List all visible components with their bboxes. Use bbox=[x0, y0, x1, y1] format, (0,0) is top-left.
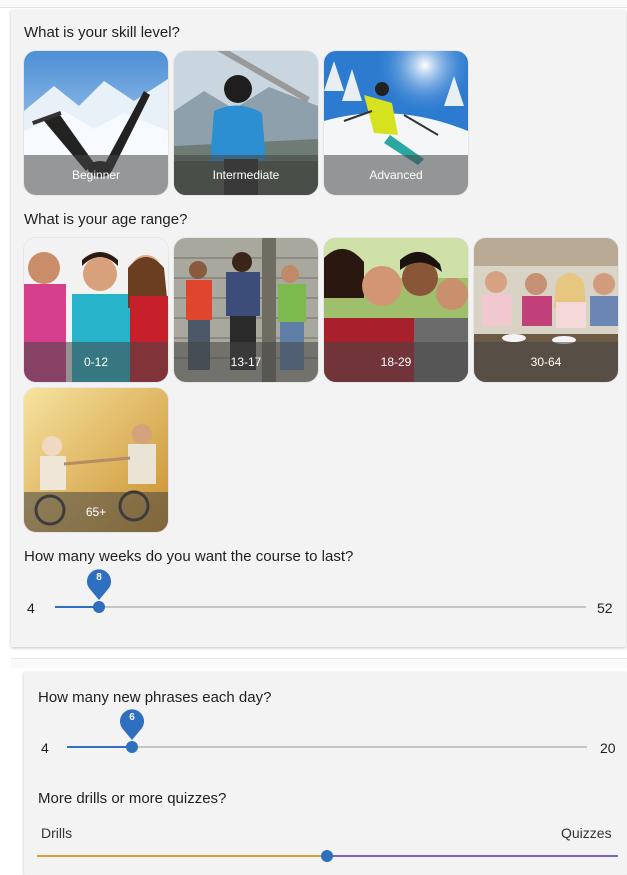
phrases-question: How many new phrases each day? bbox=[38, 689, 272, 706]
skill-option-beginner[interactable]: Beginner bbox=[24, 51, 168, 195]
phrases-slider-fill bbox=[67, 746, 132, 748]
weeks-slider-thumb[interactable] bbox=[93, 601, 105, 613]
age-option-0-12[interactable]: 0-12 bbox=[24, 238, 168, 382]
age-option-30-64[interactable]: 30-64 bbox=[474, 238, 618, 382]
quizzes-label: Quizzes bbox=[561, 825, 612, 841]
phrases-slider-thumb[interactable] bbox=[126, 741, 138, 753]
skill-question: What is your skill level? bbox=[24, 24, 180, 41]
phrases-slider[interactable]: 6 bbox=[67, 709, 587, 758]
section-divider bbox=[11, 658, 627, 668]
weeks-slider-track bbox=[55, 606, 586, 608]
age-label: 30-64 bbox=[474, 342, 618, 382]
age-label: 13-17 bbox=[174, 342, 318, 382]
skill-option-intermediate[interactable]: Intermediate bbox=[174, 51, 318, 195]
weeks-min-label: 4 bbox=[27, 600, 35, 616]
weeks-question: How many weeks do you want the course to… bbox=[24, 548, 354, 565]
drills-quizzes-slider-thumb[interactable] bbox=[321, 850, 333, 862]
drills-slider-track bbox=[37, 855, 327, 857]
survey-card-2: How many new phrases each day? 4 20 6 Mo… bbox=[24, 672, 627, 875]
quizzes-slider-track bbox=[327, 855, 618, 857]
skill-label: Advanced bbox=[324, 155, 468, 195]
phrases-value-label: 6 bbox=[129, 712, 135, 723]
phrases-min-label: 4 bbox=[41, 740, 49, 756]
skill-label: Beginner bbox=[24, 155, 168, 195]
phrases-slider-track bbox=[67, 746, 587, 748]
weeks-max-label: 52 bbox=[597, 600, 613, 616]
drills-quizzes-slider[interactable] bbox=[37, 845, 618, 867]
skill-label: Intermediate bbox=[174, 155, 318, 195]
skill-option-advanced[interactable]: Advanced bbox=[324, 51, 468, 195]
drills-label: Drills bbox=[41, 825, 73, 841]
survey-card-1: What is your skill level? Beginner Inter… bbox=[11, 10, 626, 647]
drills-question: More drills or more quizzes? bbox=[38, 790, 227, 807]
age-question: What is your age range? bbox=[24, 211, 188, 228]
age-option-13-17[interactable]: 13-17 bbox=[174, 238, 318, 382]
age-label: 0-12 bbox=[24, 342, 168, 382]
age-option-65-plus[interactable]: 65+ bbox=[24, 388, 168, 532]
weeks-slider[interactable]: 8 bbox=[55, 569, 586, 618]
top-divider bbox=[0, 0, 627, 8]
age-label: 18-29 bbox=[324, 342, 468, 382]
age-label: 65+ bbox=[24, 492, 168, 532]
phrases-max-label: 20 bbox=[600, 740, 616, 756]
weeks-value-label: 8 bbox=[96, 572, 102, 583]
age-option-18-29[interactable]: 18-29 bbox=[324, 238, 468, 382]
